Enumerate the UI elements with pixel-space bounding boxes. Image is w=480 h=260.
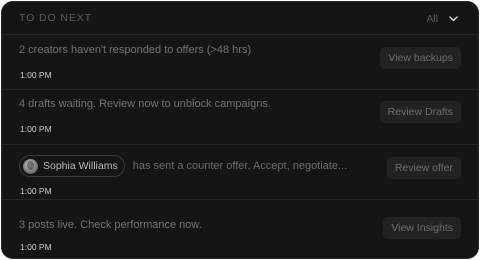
task-time: 1:00 PM <box>20 186 52 196</box>
task-row: 3 posts live. Check performance now. 1:0… <box>2 206 478 258</box>
task-row: Sophia Williams has sent a counter offer… <box>2 146 478 200</box>
task-time: 1:00 PM <box>20 70 52 80</box>
task-time: 1:00 PM <box>20 242 52 252</box>
task-row: 4 drafts waiting. Review now to unblock … <box>2 91 478 145</box>
person-name: Sophia Williams <box>43 160 118 172</box>
card-header: TO DO NEXT All <box>2 2 478 35</box>
task-row: 2 creators haven't responded to offers (… <box>2 36 478 90</box>
task-text: 2 creators haven't responded to offers (… <box>19 44 252 56</box>
person-chip[interactable]: Sophia Williams <box>19 155 125 177</box>
filter-label: All <box>426 13 438 25</box>
task-text: 4 drafts waiting. Review now to unblock … <box>19 98 271 110</box>
todo-next-card: TO DO NEXT All 2 creators haven't respon… <box>1 1 479 259</box>
view-backups-button[interactable]: View backups <box>380 47 461 69</box>
view-insights-button[interactable]: View Insights <box>383 217 461 239</box>
task-time: 1:00 PM <box>20 124 52 134</box>
avatar <box>23 158 38 174</box>
review-drafts-button[interactable]: Review Drafts <box>379 101 461 123</box>
review-offer-button[interactable]: Review offer <box>386 157 461 179</box>
card-title: TO DO NEXT <box>19 12 92 24</box>
task-person-line: Sophia Williams has sent a counter offer… <box>19 155 347 177</box>
filter-dropdown[interactable]: All <box>426 11 458 27</box>
chevron-down-icon <box>449 16 458 22</box>
task-text: 3 posts live. Check performance now. <box>19 219 202 231</box>
task-text: has sent a counter offer. Accept, negoti… <box>132 160 348 172</box>
